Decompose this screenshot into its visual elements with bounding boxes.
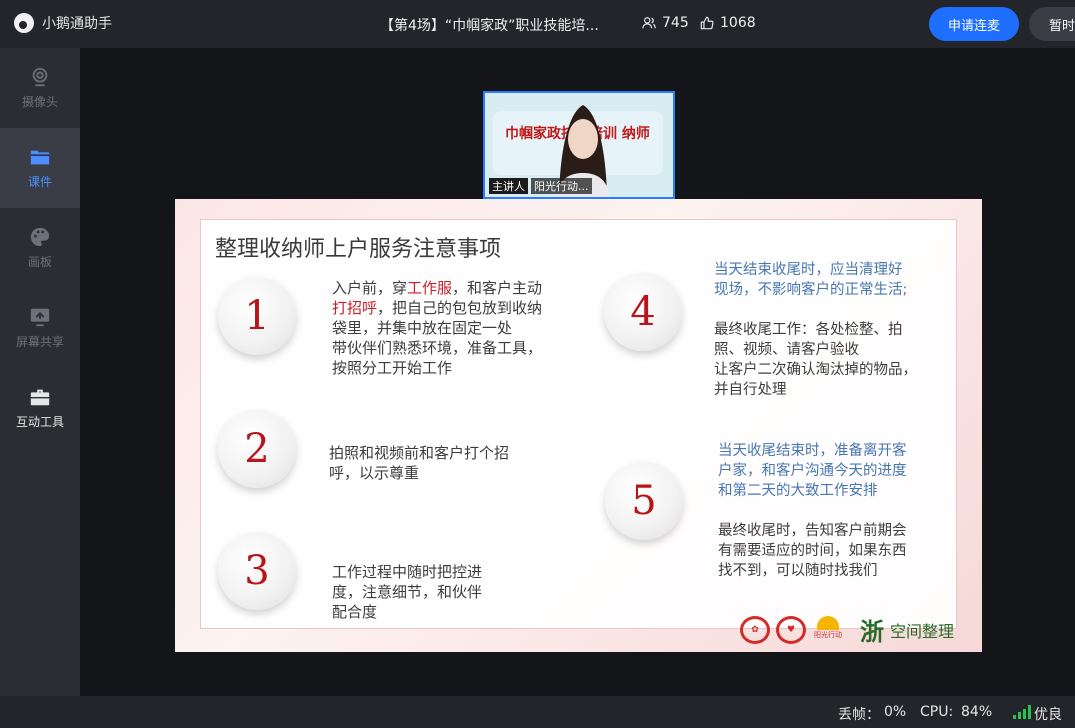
presenter-name: 阳光行动... <box>531 178 592 194</box>
status-bar: 丢帧： 0% CPU: 84% 优良 <box>0 696 1075 728</box>
frame-drop-label: 丢帧： <box>838 707 880 723</box>
presenter-camera[interactable]: 巾帼家政技能培训 纳师 主讲人 阳光行动... <box>483 91 675 199</box>
cpu-value: 84% <box>961 704 993 720</box>
users-icon <box>642 17 656 29</box>
step-number-1: 1 <box>218 277 296 355</box>
step-2-text: 拍照和视频前和客户打个招 呼，以示尊重 <box>329 444 510 482</box>
space-organize-logo: 空间整理 <box>890 621 955 641</box>
apply-mic-button[interactable]: 申请连麦 <box>929 7 1019 41</box>
zhe-logo: 浙 <box>860 618 884 646</box>
heart-logo-icon: ♥ <box>776 615 806 644</box>
live-title: 【第4场】“巾帼家政”职业技能培... <box>380 18 599 34</box>
sidebar-item-camera[interactable]: 摄像头 <box>0 48 80 128</box>
presenter-role-tag: 主讲人 <box>489 178 528 194</box>
signal-strength-icon <box>1013 705 1031 719</box>
sunshine-logo-icon: 阳光行动 <box>812 615 844 644</box>
sidebar-item-courseware[interactable]: 课件 <box>0 128 80 208</box>
step-number-2: 2 <box>218 410 296 488</box>
top-bar: 小鹅通助手 【第4场】“巾帼家政”职业技能培... 745 1068 申请连麦 … <box>0 0 1075 48</box>
sidebar-item-screen-share[interactable]: 屏幕共享 <box>0 288 80 368</box>
app-brand: 小鹅通助手 <box>14 13 112 33</box>
sponsor-logos: ✿ ♥ 阳光行动 浙 空间整理 <box>740 612 954 647</box>
palette-icon <box>30 227 50 247</box>
cpu-label: CPU: <box>920 704 954 720</box>
pause-button[interactable]: 暂时 <box>1029 7 1075 41</box>
folder-icon <box>30 150 50 165</box>
toolbox-icon <box>30 389 50 406</box>
like-count: 1068 <box>700 15 756 31</box>
network-quality: 优良 <box>1034 707 1062 723</box>
thumbs-up-icon <box>700 16 714 30</box>
app-name: 小鹅通助手 <box>42 16 112 32</box>
screen-share-icon <box>30 308 50 327</box>
step-4-text: 当天结束收尾时，应当清理好 现场，不影响客户的正常生活; 最终收尾工作：各处检整… <box>714 262 917 398</box>
step-number-3: 3 <box>218 532 296 610</box>
camera-icon <box>32 67 48 87</box>
sidebar-item-interactive-tools[interactable]: 互动工具 <box>0 368 80 448</box>
sidebar-item-whiteboard[interactable]: 画板 <box>0 208 80 288</box>
step-3-text: 工作过程中随时把控进 度，注意细节，和伙伴 配合度 <box>332 563 483 621</box>
slide-title: 整理收纳师上户服务注意事项 <box>215 237 502 262</box>
step-1-text: 入户前，穿工作服，和客户主动 打招呼，把自己的包包放到收纳 袋里，并集中放在固定… <box>332 279 543 377</box>
step-number-4: 4 <box>604 273 682 351</box>
presenter-label: 主讲人 阳光行动... <box>489 178 592 194</box>
viewer-count: 745 <box>642 15 689 31</box>
womens-federation-logo-icon: ✿ <box>740 615 770 644</box>
app-logo-icon <box>14 13 34 33</box>
sidebar: 摄像头 课件 画板 屏幕共享 互动工具 <box>0 48 80 696</box>
step-5-text: 当天收尾结束时，准备离开客 户家，和客户沟通今天的进度 和第二天的大致工作安排 … <box>718 443 907 579</box>
frame-drop-value: 0% <box>884 704 907 720</box>
step-number-5: 5 <box>605 462 683 540</box>
